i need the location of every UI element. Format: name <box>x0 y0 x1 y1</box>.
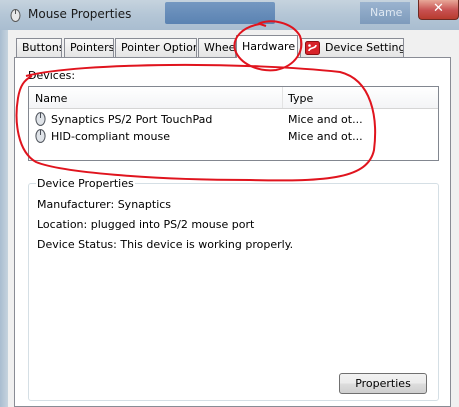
synaptics-icon <box>305 41 320 55</box>
tab-label: Pointers <box>70 41 114 54</box>
list-item[interactable]: HID-compliant mouse Mice and ot... <box>29 127 438 144</box>
properties-button-label: Properties <box>355 377 411 390</box>
close-icon: ✕ <box>433 1 444 16</box>
list-header: Name Type <box>29 87 438 109</box>
tab-label: Whee <box>204 41 236 54</box>
device-type: Mice and ot... <box>288 113 363 126</box>
devices-list[interactable]: Name Type Synaptics PS/2 Port TouchPad M… <box>28 86 439 161</box>
tab-pointers[interactable]: Pointers <box>64 38 114 57</box>
close-button[interactable]: ✕ <box>418 0 459 20</box>
tab-label: Hardware <box>242 40 296 53</box>
tab-hardware[interactable]: Hardware <box>236 35 298 58</box>
background-window-glass <box>165 2 275 24</box>
tab-label: Buttons <box>22 41 62 54</box>
background-window-text: Name <box>370 6 403 19</box>
tab-label: Device Settings <box>325 41 404 54</box>
mouse-icon <box>35 129 46 143</box>
device-properties-group <box>28 183 439 401</box>
tab-wheel[interactable]: Whee <box>198 38 236 57</box>
title-bar: Name Mouse Properties ✕ <box>0 0 459 31</box>
properties-button[interactable]: Properties <box>339 373 427 394</box>
location-text: Location: plugged into PS/2 mouse port <box>37 218 255 231</box>
device-status-text: Device Status: This device is working pr… <box>37 238 294 251</box>
column-header-type[interactable]: Type <box>288 92 313 105</box>
manufacturer-text: Manufacturer: Synaptics <box>37 198 172 211</box>
device-name: HID-compliant mouse <box>51 130 170 143</box>
devices-label: Devices: <box>28 69 76 82</box>
mouse-icon <box>35 112 46 126</box>
tab-pointer-options[interactable]: Pointer Options <box>115 38 197 57</box>
mouse-app-icon <box>10 9 21 22</box>
tab-device-settings[interactable]: Device Settings <box>300 38 404 57</box>
list-item[interactable]: Synaptics PS/2 Port TouchPad Mice and ot… <box>29 110 438 127</box>
device-type: Mice and ot... <box>288 130 363 143</box>
column-separator[interactable] <box>282 87 283 108</box>
device-name: Synaptics PS/2 Port TouchPad <box>51 113 213 126</box>
window-frame-left <box>0 30 8 407</box>
tab-label: Pointer Options <box>121 41 196 54</box>
tab-buttons[interactable]: Buttons <box>16 38 62 57</box>
device-properties-title: Device Properties <box>36 177 135 190</box>
window-title: Mouse Properties <box>28 7 132 21</box>
column-header-name[interactable]: Name <box>35 92 67 105</box>
